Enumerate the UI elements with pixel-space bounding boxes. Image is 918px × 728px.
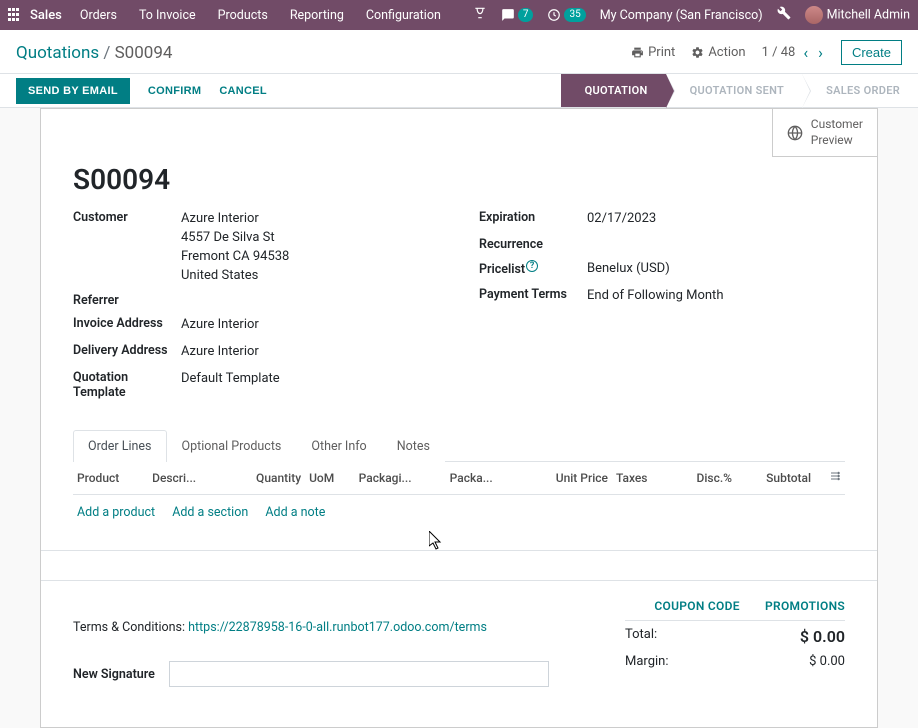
- tab-notes[interactable]: Notes: [382, 430, 445, 462]
- terms-link[interactable]: https://22878958-16-0-all.runbot177.odoo…: [188, 620, 487, 635]
- value-payment-terms[interactable]: End of Following Month: [587, 287, 723, 306]
- add-section-link[interactable]: Add a section: [172, 505, 248, 520]
- breadcrumb: Quotations / S00094: [16, 43, 172, 63]
- total-label: Total:: [625, 627, 657, 646]
- col-packaging[interactable]: Packagi...: [355, 462, 446, 495]
- label-delivery-address: Delivery Address: [73, 343, 181, 362]
- messaging-badge: 7: [518, 8, 534, 22]
- gear-icon: [691, 46, 704, 59]
- label-invoice-address: Invoice Address: [73, 316, 181, 335]
- print-icon: [631, 46, 644, 59]
- order-name: S00094: [73, 163, 845, 196]
- add-product-link[interactable]: Add a product: [77, 505, 155, 520]
- label-signature: New Signature: [73, 667, 159, 682]
- value-customer[interactable]: Azure Interior 4557 De Silva St Fremont …: [181, 210, 289, 285]
- menu-reporting[interactable]: Reporting: [290, 8, 344, 23]
- menu-orders[interactable]: Orders: [80, 8, 117, 23]
- create-button[interactable]: Create: [841, 40, 902, 65]
- signature-input[interactable]: [169, 661, 549, 687]
- help-icon[interactable]: ?: [526, 260, 538, 272]
- messaging-icon[interactable]: 7: [501, 8, 534, 22]
- promotions-button[interactable]: PROMOTIONS: [765, 599, 845, 613]
- avatar: [805, 6, 823, 24]
- label-expiration: Expiration: [479, 210, 587, 229]
- menu-products[interactable]: Products: [218, 8, 268, 23]
- value-pricelist[interactable]: Benelux (USD): [587, 260, 670, 279]
- label-customer: Customer: [73, 210, 181, 285]
- status-quotation[interactable]: QUOTATION: [561, 74, 666, 107]
- margin-value: $ 0.00: [809, 654, 845, 669]
- send-by-email-button[interactable]: SEND BY EMAIL: [16, 78, 130, 104]
- status-sales-order[interactable]: SALES ORDER: [802, 74, 918, 107]
- value-invoice-address[interactable]: Azure Interior: [181, 316, 259, 335]
- status-quotation-sent[interactable]: QUOTATION SENT: [666, 74, 803, 107]
- confirm-button[interactable]: CONFIRM: [148, 85, 201, 97]
- company-switcher[interactable]: My Company (San Francisco): [600, 8, 763, 23]
- user-menu[interactable]: Mitchell Admin: [805, 6, 910, 24]
- activities-badge: 35: [564, 8, 585, 22]
- value-expiration[interactable]: 02/17/2023: [587, 210, 656, 229]
- breadcrumb-parent[interactable]: Quotations: [16, 43, 99, 63]
- pager-count[interactable]: 1 / 48: [762, 45, 796, 60]
- value-delivery-address[interactable]: Azure Interior: [181, 343, 259, 362]
- col-discount[interactable]: Disc.%: [671, 462, 736, 495]
- app-brand[interactable]: Sales: [30, 8, 62, 23]
- label-payment-terms: Payment Terms: [479, 287, 587, 306]
- terms-conditions: Terms & Conditions: https://22878958-16-…: [73, 620, 595, 635]
- breadcrumb-current: S00094: [115, 43, 173, 63]
- pager-next[interactable]: ›: [816, 43, 825, 62]
- total-value: $ 0.00: [800, 627, 845, 646]
- cancel-button[interactable]: CANCEL: [219, 85, 267, 97]
- customer-preview-button[interactable]: CustomerPreview: [772, 109, 877, 157]
- col-description[interactable]: Descri...: [148, 462, 226, 495]
- columns-options-icon[interactable]: [815, 462, 845, 495]
- col-product[interactable]: Product: [73, 462, 148, 495]
- value-quotation-template[interactable]: Default Template: [181, 370, 280, 400]
- debug-icon[interactable]: [777, 6, 791, 24]
- col-packaging-qty[interactable]: Packa...: [446, 462, 522, 495]
- tab-optional-products[interactable]: Optional Products: [167, 430, 297, 462]
- tab-order-lines[interactable]: Order Lines: [73, 430, 167, 462]
- col-uom[interactable]: UoM: [305, 462, 355, 495]
- activities-icon[interactable]: 35: [547, 8, 585, 22]
- pager-prev[interactable]: ‹: [801, 43, 810, 62]
- col-quantity[interactable]: Quantity: [226, 462, 305, 495]
- menu-to-invoice[interactable]: To Invoice: [139, 8, 196, 23]
- col-taxes[interactable]: Taxes: [612, 462, 671, 495]
- label-pricelist: Pricelist?: [479, 260, 587, 279]
- col-subtotal[interactable]: Subtotal: [736, 462, 815, 495]
- col-unit-price[interactable]: Unit Price: [522, 462, 612, 495]
- margin-label: Margin:: [625, 654, 669, 669]
- menu-configuration[interactable]: Configuration: [366, 8, 441, 23]
- coupon-code-button[interactable]: COUPON CODE: [654, 599, 739, 613]
- label-quotation-template: Quotation Template: [73, 370, 181, 400]
- globe-icon: [787, 125, 803, 141]
- label-recurrence: Recurrence: [479, 237, 587, 252]
- voip-icon[interactable]: [473, 6, 487, 24]
- print-button[interactable]: Print: [631, 45, 675, 60]
- apps-icon[interactable]: [8, 8, 22, 22]
- label-referrer: Referrer: [73, 293, 181, 308]
- action-button[interactable]: Action: [691, 45, 745, 60]
- tab-other-info[interactable]: Other Info: [296, 430, 381, 462]
- add-note-link[interactable]: Add a note: [265, 505, 325, 520]
